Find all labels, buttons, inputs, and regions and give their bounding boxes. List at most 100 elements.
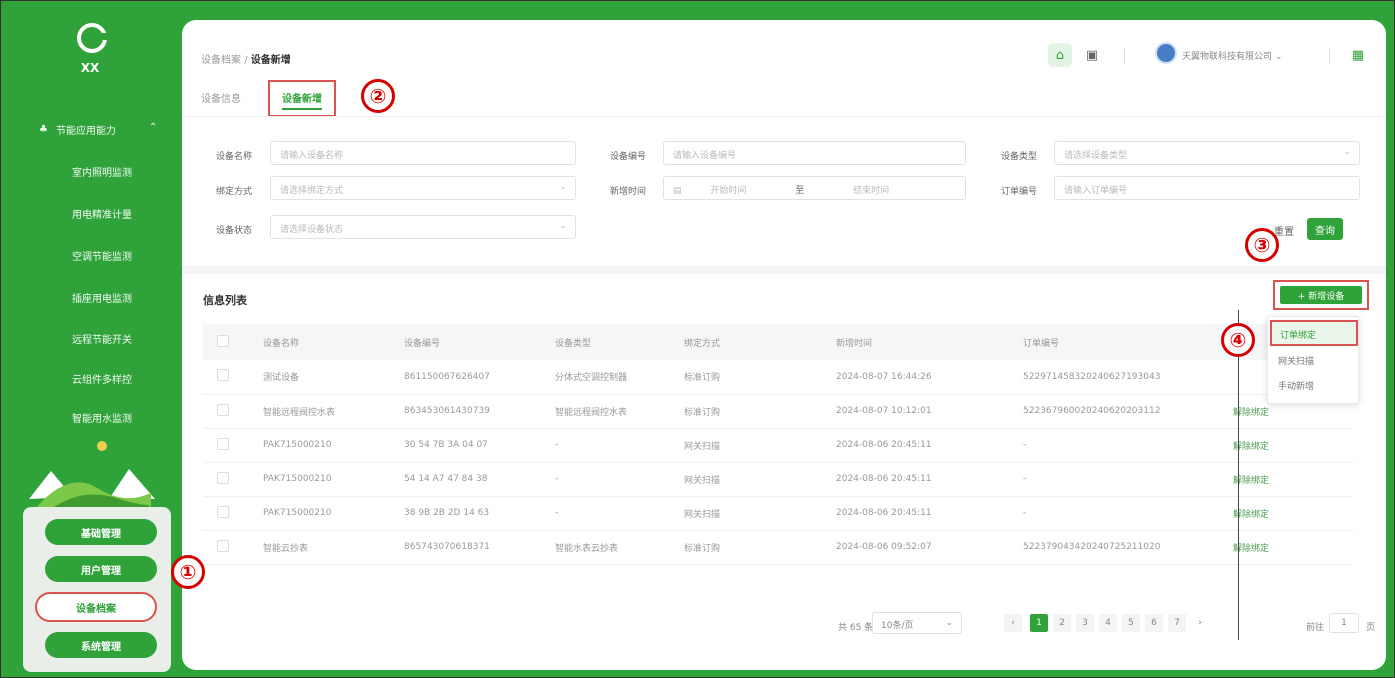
row-checkbox[interactable] <box>217 539 229 552</box>
column-header: 设备编号 <box>404 338 441 349</box>
home-icon[interactable]: ⌂ <box>1048 43 1072 67</box>
header-divider <box>1124 48 1125 64</box>
tab-device-add[interactable]: 设备新增 <box>268 80 336 117</box>
placeholder: 请选择设备类型 <box>1064 151 1128 161</box>
row-checkbox[interactable] <box>217 471 229 484</box>
device-status-select[interactable]: 请选择设备状态 ⌄ <box>270 215 576 239</box>
landscape-illustration <box>29 469 155 515</box>
cell-bind-method: 标准订购 <box>684 543 721 554</box>
sidebar-item[interactable]: 远程节能开关 <box>47 331 157 346</box>
calendar-icon: ▤ <box>673 186 682 196</box>
cell-bind-method: 标准订购 <box>684 373 721 384</box>
cell-device-type: 分体式空调控制器 <box>555 373 628 384</box>
goto-page-input[interactable]: 1 <box>1329 613 1359 633</box>
placeholder: 请输入设备名称 <box>280 151 344 161</box>
callout-3: ③ <box>1245 228 1279 262</box>
add-device-button[interactable]: + 新增设备 <box>1273 280 1369 310</box>
row-checkbox[interactable] <box>217 505 229 518</box>
cell-add-time: 2024-08-06 09:52:07 <box>836 542 932 552</box>
callout-2: ② <box>361 79 395 113</box>
next-page-button[interactable]: › <box>1191 614 1209 632</box>
cell-device-type: - <box>555 440 559 450</box>
menu-item-manual-add[interactable]: 手动新增 <box>1278 379 1314 392</box>
row-checkbox[interactable] <box>217 369 229 382</box>
sidebar-item[interactable]: 室内照明监测 <box>47 164 157 179</box>
table-row[interactable]: PAK715000210 54 14 A7 47 84 38 - 网关扫描 2024-0… <box>203 462 1353 496</box>
chevron-down-icon: ⌄ <box>945 618 953 628</box>
row-checkbox[interactable] <box>217 403 229 416</box>
mode-button-users[interactable]: 用户管理 <box>45 556 157 582</box>
chevron-down-icon: ⌄ <box>1343 147 1351 157</box>
breadcrumb-current: 设备新增 <box>250 55 291 66</box>
page-size-select[interactable]: 10条/页 ⌄ <box>872 612 962 634</box>
mode-button-basic[interactable]: 基础管理 <box>45 519 157 545</box>
menu-item-gateway-scan[interactable]: 网关扫描 <box>1278 354 1314 367</box>
table-row[interactable]: PAK715000210 38 9B 2B 2D 14 63 - 网关扫描 2024-0… <box>203 496 1353 530</box>
cell-order-no: 522367960020240620203112 <box>1023 406 1161 416</box>
page-button[interactable]: 1 <box>1030 614 1048 632</box>
sidebar-item[interactable]: 插座用电监测 <box>47 290 157 305</box>
page-button[interactable]: 6 <box>1145 614 1163 632</box>
cell-device-name: 智能云抄表 <box>263 543 309 554</box>
sidebar-item[interactable]: 云组件多样控 <box>47 371 157 386</box>
device-type-select[interactable]: 请选择设备类型 ⌄ <box>1054 141 1360 165</box>
filter-label: 设备类型 <box>1001 152 1038 162</box>
page-button[interactable]: 3 <box>1076 614 1094 632</box>
placeholder: 请选择设备状态 <box>280 225 344 235</box>
menu-item-order-bind[interactable]: 订单绑定 <box>1270 320 1358 346</box>
mode-button-device-archive[interactable]: 设备档案 <box>35 592 157 622</box>
table-row[interactable]: 智能云抄表 865743070618371 智能水表云抄表 标准订购 2024-08-0… <box>203 530 1353 564</box>
column-header: 订单编号 <box>1023 338 1060 349</box>
message-icon[interactable]: ▣ <box>1080 43 1104 67</box>
page-button[interactable]: 5 <box>1122 614 1140 632</box>
bind-method-select[interactable]: 请选择绑定方式 ⌄ <box>270 176 576 200</box>
column-header: 设备名称 <box>263 338 300 349</box>
device-name-input[interactable]: 请输入设备名称 <box>270 141 576 165</box>
device-table: 设备名称 设备编号 设备类型 绑定方式 新增时间 订单编号 测试设备 861150… <box>203 324 1353 565</box>
query-button[interactable]: 查询 <box>1307 218 1343 240</box>
column-header: 新增时间 <box>836 338 873 349</box>
cell-add-time: 2024-08-07 10:12:01 <box>836 406 932 416</box>
filter-label: 设备状态 <box>216 226 253 236</box>
date-range-picker[interactable]: ▤ 开始时间 至 结束时间 <box>663 176 966 200</box>
table-row[interactable]: 测试设备 861150067626407 分体式空调控制器 标准订购 2024-08-0… <box>203 360 1353 394</box>
table-row[interactable]: 智能远程阀控水表 863453061430739 智能远程阀控水表 标准订购 2024-… <box>203 394 1353 428</box>
date-start: 开始时间 <box>710 186 747 196</box>
device-no-input[interactable]: 请输入设备编号 <box>663 141 966 165</box>
breadcrumb-separator: / <box>244 55 248 66</box>
date-end: 结束时间 <box>853 186 890 196</box>
order-no-input[interactable]: 请输入订单编号 <box>1054 176 1360 200</box>
prev-page-button[interactable]: ‹ <box>1004 614 1022 632</box>
sidebar-group-energy[interactable]: ♣ 节能应用能力 ⌃ <box>39 122 157 137</box>
cell-device-name: PAK715000210 <box>263 440 332 450</box>
tree-icon: ♣ <box>39 124 48 135</box>
placeholder: 请输入设备编号 <box>673 151 737 161</box>
cell-add-time: 2024-08-06 20:45:11 <box>836 508 932 518</box>
chevron-down-icon: ⌄ <box>559 182 567 192</box>
page-button[interactable]: 2 <box>1053 614 1071 632</box>
row-checkbox[interactable] <box>217 437 229 450</box>
sidebar-group-label: 节能应用能力 <box>55 126 116 137</box>
mode-button-system[interactable]: 系统管理 <box>45 632 157 658</box>
sidebar-item[interactable]: 智能用水监测 <box>47 410 157 425</box>
page-button[interactable]: 7 <box>1168 614 1186 632</box>
sidebar-item[interactable]: 用电精准计量 <box>47 206 157 221</box>
breadcrumb-parent[interactable]: 设备档案 <box>201 55 241 66</box>
cell-device-type: 智能远程阀控水表 <box>555 407 628 418</box>
reset-button[interactable]: 重置 <box>1274 223 1294 238</box>
pagination-total: 共 65 条 <box>838 623 874 633</box>
avatar[interactable] <box>1155 42 1177 64</box>
page-button[interactable]: 4 <box>1099 614 1117 632</box>
tab-device-info[interactable]: 设备信息 <box>201 90 241 105</box>
grid-icon[interactable]: ▦ <box>1346 43 1370 67</box>
filter-label: 设备编号 <box>610 152 647 162</box>
goto-unit: 页 <box>1366 623 1376 633</box>
add-device-menu: 订单绑定 网关扫描 手动新增 <box>1267 316 1359 404</box>
cell-order-no: - <box>1023 440 1027 450</box>
sidebar-item[interactable]: 空调节能监测 <box>47 248 157 263</box>
select-all-checkbox[interactable] <box>217 334 229 347</box>
table-row[interactable]: PAK715000210 30 54 7B 3A 04 07 - 网关扫描 2024-0… <box>203 428 1353 462</box>
list-title: 信息列表 <box>203 294 247 307</box>
cell-bind-method: 网关扫描 <box>684 441 721 452</box>
company-selector[interactable]: 天翼物联科技有限公司 ⌄ <box>1182 49 1282 62</box>
